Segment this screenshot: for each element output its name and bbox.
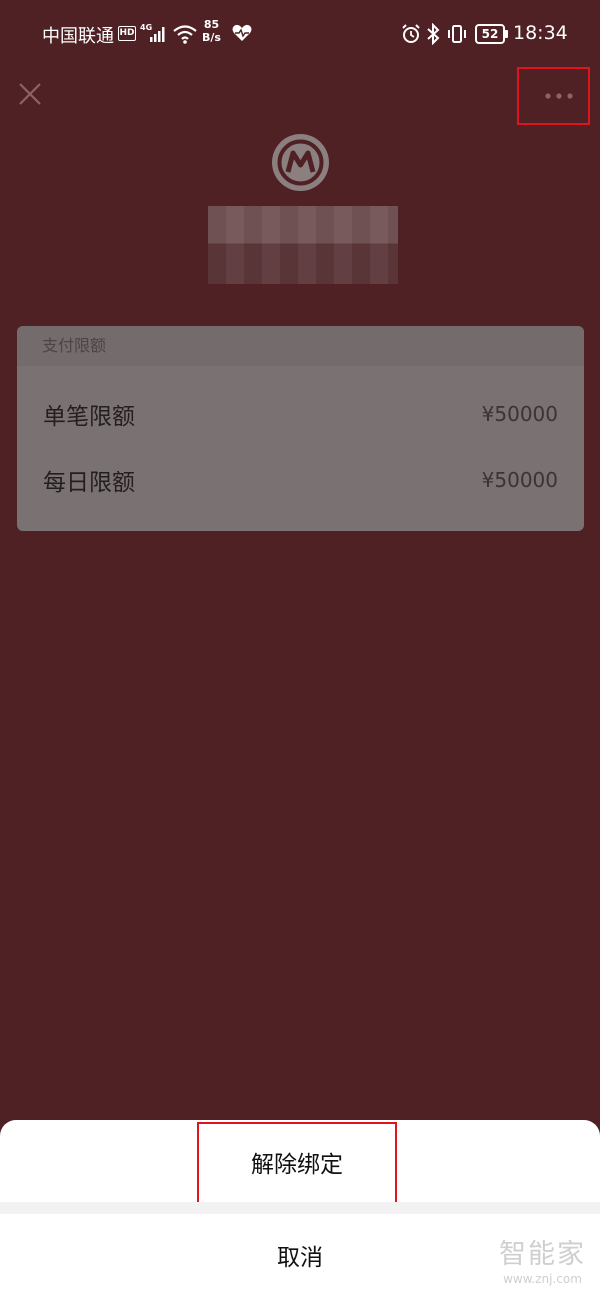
carrier-name: 中国联通 xyxy=(42,26,114,47)
watermark-sub: www.znj.com xyxy=(503,1272,582,1286)
battery-icon: 52 xyxy=(475,24,505,44)
heart-icon xyxy=(232,24,252,47)
close-icon xyxy=(19,83,41,105)
close-button[interactable] xyxy=(16,80,44,108)
clock: 18:34 xyxy=(513,22,568,44)
limit-label: 每日限额 xyxy=(43,470,135,496)
bank-name-blurred xyxy=(208,206,398,284)
limit-row-single[interactable]: 单笔限额 ¥50000 xyxy=(17,384,584,444)
net-speed: 85 B/s xyxy=(202,18,221,44)
vibrate-icon xyxy=(446,23,468,50)
card-heading: 支付限额 xyxy=(17,326,584,366)
status-bar: 中国联通 HD 4G 85 B/s 52 18:34 xyxy=(0,0,600,70)
alarm-icon xyxy=(401,24,421,49)
limit-value: ¥50000 xyxy=(481,468,558,492)
payment-limits-card: 支付限额 单笔限额 ¥50000 每日限额 ¥50000 xyxy=(17,326,584,531)
limit-label: 单笔限额 xyxy=(43,404,135,430)
bank-logo-icon xyxy=(272,134,329,191)
hd-badge: HD xyxy=(118,26,136,41)
wifi-icon xyxy=(173,24,197,49)
watermark: 智能家 www.znj.com xyxy=(490,1238,595,1294)
watermark-main: 智能家 xyxy=(499,1239,586,1270)
battery-nub xyxy=(505,30,508,38)
net-speed-value: 85 xyxy=(203,18,220,31)
limit-value: ¥50000 xyxy=(481,402,558,426)
more-options-button[interactable] xyxy=(517,67,590,125)
limit-row-daily[interactable]: 每日限额 ¥50000 xyxy=(17,450,584,510)
network-type: 4G xyxy=(140,23,152,32)
net-speed-unit: B/s xyxy=(202,31,221,44)
more-dots-icon xyxy=(545,93,573,99)
bluetooth-icon xyxy=(426,22,440,50)
unbind-button[interactable]: 解除绑定 xyxy=(197,1122,397,1207)
signal-icon: 4G xyxy=(140,22,170,49)
sheet-divider xyxy=(0,1202,600,1214)
